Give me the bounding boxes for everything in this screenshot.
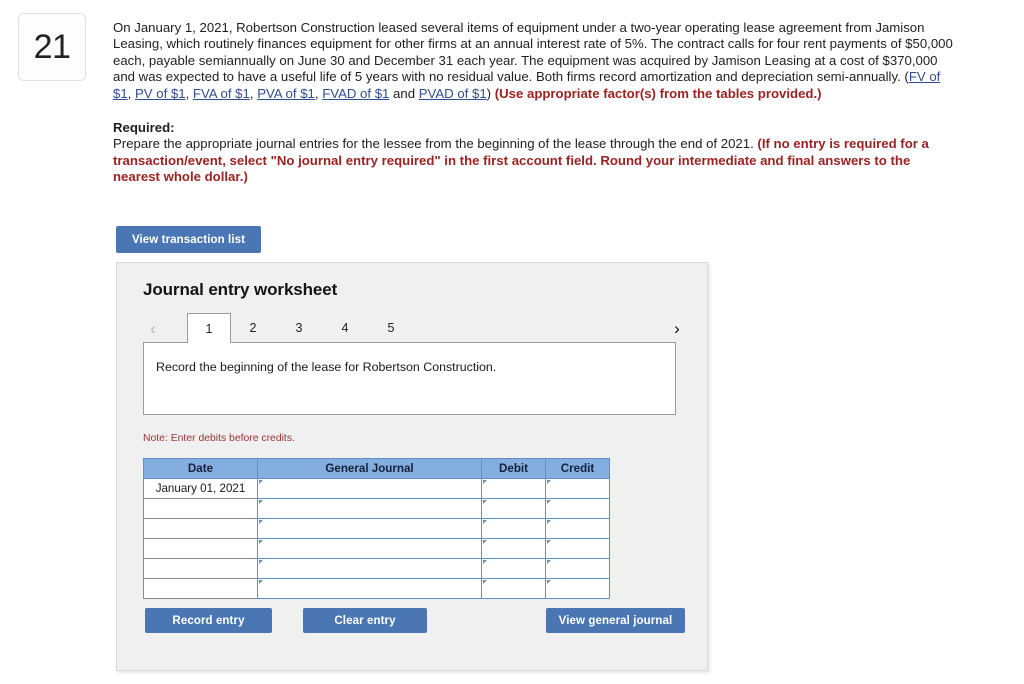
view-transaction-list-button[interactable]: View transaction list xyxy=(116,226,261,253)
link-pva-of-1[interactable]: PVA of $1 xyxy=(257,86,315,101)
sep-2: , xyxy=(185,85,193,101)
credit-input-cell[interactable] xyxy=(545,538,610,559)
column-header-general-journal: General Journal xyxy=(257,458,482,479)
credit-input-cell[interactable] xyxy=(545,498,610,519)
column-header-credit: Credit xyxy=(545,458,610,479)
journal-entry-worksheet-panel: Journal entry worksheet ‹ 1 2 3 4 5 › Re… xyxy=(116,262,708,671)
paren-close: ) xyxy=(486,85,495,101)
date-cell[interactable] xyxy=(143,558,258,579)
clear-entry-button[interactable]: Clear entry xyxy=(303,608,427,633)
credit-input-cell[interactable] xyxy=(545,578,610,599)
journal-entry-table: Date General Journal Debit Credit Januar… xyxy=(143,458,610,599)
debit-input-cell[interactable] xyxy=(481,578,546,599)
required-text: Prepare the appropriate journal entries … xyxy=(113,136,758,152)
table-row xyxy=(143,518,610,539)
table-header-row: Date General Journal Debit Credit xyxy=(143,458,610,479)
required-label: Required: xyxy=(113,120,175,136)
stem-emphasis: (Use appropriate factor(s) from the tabl… xyxy=(494,85,822,101)
link-pvad-of-1[interactable]: PVAD of $1 xyxy=(419,86,487,101)
debit-input-cell[interactable] xyxy=(481,518,546,539)
tab-1[interactable]: 1 xyxy=(187,313,231,343)
tab-4[interactable]: 4 xyxy=(323,313,367,343)
sep-and: and xyxy=(389,85,419,101)
tab-5[interactable]: 5 xyxy=(369,313,413,343)
question-number: 21 xyxy=(33,27,71,66)
worksheet-title: Journal entry worksheet xyxy=(143,280,338,299)
table-row xyxy=(143,558,610,579)
question-content: On January 1, 2021, Robertson Constructi… xyxy=(113,20,953,186)
date-cell[interactable] xyxy=(143,538,258,559)
worksheet-tabs: ‹ 1 2 3 4 5 › xyxy=(143,313,687,343)
tab-instruction-panel: Record the beginning of the lease for Ro… xyxy=(143,342,676,415)
required-description: Prepare the appropriate journal entries … xyxy=(113,136,953,185)
table-row xyxy=(143,498,610,519)
credit-input-cell[interactable] xyxy=(545,478,610,499)
tab-3[interactable]: 3 xyxy=(277,313,321,343)
required-block: Required: Prepare the appropriate journa… xyxy=(113,120,953,186)
account-select-cell[interactable] xyxy=(257,518,482,539)
account-select-cell[interactable] xyxy=(257,498,482,519)
record-entry-button[interactable]: Record entry xyxy=(145,608,272,633)
debit-input-cell[interactable] xyxy=(481,498,546,519)
sep-1: , xyxy=(127,85,135,101)
debits-before-credits-note: Note: Enter debits before credits. xyxy=(143,433,295,444)
link-fvad-of-1[interactable]: FVAD of $1 xyxy=(322,86,389,101)
credit-input-cell[interactable] xyxy=(545,558,610,579)
debit-input-cell[interactable] xyxy=(481,478,546,499)
table-row xyxy=(143,578,610,599)
credit-input-cell[interactable] xyxy=(545,518,610,539)
account-select-cell[interactable] xyxy=(257,478,482,499)
column-header-debit: Debit xyxy=(481,458,546,479)
account-select-cell[interactable] xyxy=(257,578,482,599)
column-header-date: Date xyxy=(143,458,258,479)
date-cell[interactable] xyxy=(143,578,258,599)
debit-input-cell[interactable] xyxy=(481,558,546,579)
link-fva-of-1[interactable]: FVA of $1 xyxy=(193,86,250,101)
date-cell[interactable] xyxy=(143,498,258,519)
stem-text: On January 1, 2021, Robertson Constructi… xyxy=(113,20,953,85)
debit-input-cell[interactable] xyxy=(481,538,546,559)
table-row: January 01, 2021 xyxy=(143,478,610,499)
link-pv-of-1[interactable]: PV of $1 xyxy=(135,86,186,101)
question-stem: On January 1, 2021, Robertson Constructi… xyxy=(113,20,953,102)
date-cell[interactable] xyxy=(143,518,258,539)
date-cell[interactable]: January 01, 2021 xyxy=(143,478,258,499)
chevron-right-icon[interactable]: › xyxy=(667,316,687,340)
tab-2[interactable]: 2 xyxy=(231,313,275,343)
chevron-left-icon[interactable]: ‹ xyxy=(143,316,163,340)
tab-instruction-text: Record the beginning of the lease for Ro… xyxy=(156,360,497,374)
question-number-box: 21 xyxy=(18,13,86,81)
view-general-journal-button[interactable]: View general journal xyxy=(546,608,685,633)
table-row xyxy=(143,538,610,559)
account-select-cell[interactable] xyxy=(257,538,482,559)
question-page: 21 On January 1, 2021, Robertson Constru… xyxy=(0,0,1024,684)
account-select-cell[interactable] xyxy=(257,558,482,579)
